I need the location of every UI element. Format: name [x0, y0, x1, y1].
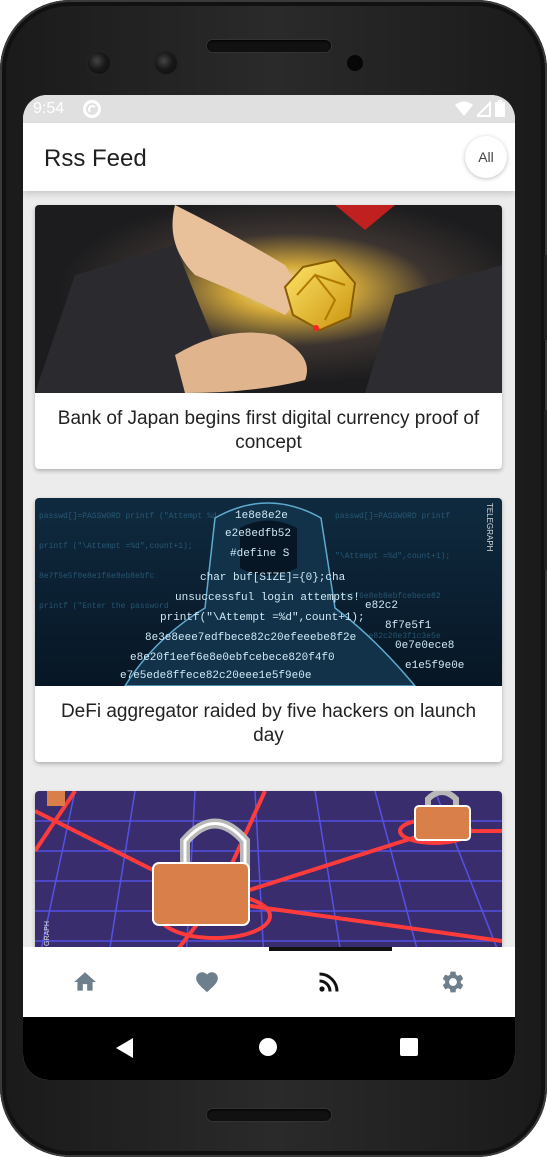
active-tab-indicator: [269, 947, 392, 951]
svg-text:e8e20f1eef6e8e0ebfcebece820f4f: e8e20f1eef6e8e0ebfcebece820f4f0: [130, 652, 335, 664]
bottom-speaker: [207, 1109, 331, 1121]
svg-text:char buf[SIZE]={0};cha: char buf[SIZE]={0};cha: [200, 572, 346, 584]
svg-text:8e3e8eee7edfbece82c20efeeebe8f: 8e3e8eee7edfbece82c20efeeebe8f2e: [145, 632, 356, 644]
svg-text:printf("\Attempt =%d",count+1): printf("\Attempt =%d",count+1);: [160, 612, 365, 624]
status-icons: [455, 100, 505, 117]
svg-text:e2e8edfb52: e2e8edfb52: [225, 528, 291, 540]
sync-icon: [83, 100, 101, 118]
feed-card-title: DeFi aggregator raided by five hackers o…: [60, 701, 477, 746]
feed-card-title: Bank of Japan begins first digital curre…: [57, 408, 480, 453]
bottom-navigation: [23, 947, 515, 1017]
front-camera-right: [155, 52, 177, 74]
app-bar: Rss Feed All: [23, 123, 515, 191]
digital-coin-image: [35, 205, 502, 393]
svg-text:#define S: #define S: [230, 548, 290, 560]
svg-text:unsuccessful login attempts!: unsuccessful login attempts!: [175, 592, 360, 604]
nav-settings-tab[interactable]: [440, 969, 466, 995]
system-navigation-bar: [23, 1017, 515, 1080]
home-icon: [74, 972, 96, 991]
svg-text:e1e5f9e0e: e1e5f9e0e: [405, 660, 464, 672]
status-bar: 9:54: [23, 95, 515, 123]
rss-icon: [319, 972, 339, 992]
feed-card-image[interactable]: passwd[]=PASSWORD printf ("Attempt %d pr…: [35, 498, 502, 686]
nav-home-tab[interactable]: [72, 969, 98, 995]
svg-text:"\Attempt =%d",count+1);: "\Attempt =%d",count+1);: [335, 552, 450, 561]
svg-text:8e7f5e5f0e8e1f6e8eb8ebfc: 8e7f5e5f0e8e1f6e8eb8ebfc: [39, 572, 154, 581]
hacker-code-image: passwd[]=PASSWORD printf ("Attempt %d pr…: [35, 498, 502, 686]
recent-apps-icon[interactable]: [400, 1038, 418, 1056]
svg-text:0e7e0ece8: 0e7e0ece8: [395, 640, 454, 652]
feed-card[interactable]: GRAPH: [35, 791, 502, 947]
heart-icon: [196, 972, 218, 993]
status-time: 9:54: [33, 100, 65, 117]
svg-text:printf ("Enter the password: printf ("Enter the password: [39, 602, 169, 611]
feed-card[interactable]: Bank of Japan begins first digital curre…: [35, 205, 502, 469]
page-title: Rss Feed: [44, 145, 147, 172]
front-camera-left: [88, 52, 110, 74]
image-watermark: GRAPH: [44, 921, 51, 946]
gear-icon: [442, 971, 464, 993]
filter-all-button[interactable]: All: [465, 136, 507, 178]
screen: 9:54 Rss Feed All Bank of Japan begins f…: [23, 95, 515, 1080]
nav-favorites-tab[interactable]: [193, 969, 219, 995]
svg-text:8f7e5f1: 8f7e5f1: [385, 620, 432, 632]
feed-card-image[interactable]: [35, 205, 502, 393]
padlock-network-image: GRAPH: [35, 791, 502, 947]
svg-text:e7e5ede8ffece82c20eee1e5f9e0e: e7e5ede8ffece82c20eee1e5f9e0e: [120, 670, 311, 682]
phone-frame: 9:54 Rss Feed All Bank of Japan begins f…: [0, 0, 547, 1157]
wifi-icon: [455, 101, 473, 116]
svg-text:1e8e8e2e: 1e8e8e2e: [235, 510, 288, 522]
svg-text:passwd[]=PASSWORD printf ("Att: passwd[]=PASSWORD printf ("Attempt %d: [39, 512, 217, 521]
battery-icon: [495, 100, 505, 117]
proximity-sensor: [347, 55, 363, 71]
svg-text:printf ("\Attempt =%d",count+1: printf ("\Attempt =%d",count+1);: [39, 542, 193, 551]
signal-icon: [477, 100, 491, 117]
earpiece-speaker: [207, 40, 331, 52]
feed-list[interactable]: Bank of Japan begins first digital curre…: [23, 191, 515, 947]
feed-card-image[interactable]: GRAPH: [35, 791, 502, 947]
svg-text:passwd[]=PASSWORD printf: passwd[]=PASSWORD printf: [335, 512, 450, 521]
back-icon[interactable]: [116, 1038, 133, 1058]
home-circle-icon[interactable]: [259, 1038, 277, 1056]
nav-rss-tab[interactable]: [317, 969, 343, 995]
image-watermark: TELEGRAPH: [485, 503, 494, 552]
svg-text:e82c2: e82c2: [365, 600, 398, 612]
feed-card[interactable]: passwd[]=PASSWORD printf ("Attempt %d pr…: [35, 498, 502, 762]
